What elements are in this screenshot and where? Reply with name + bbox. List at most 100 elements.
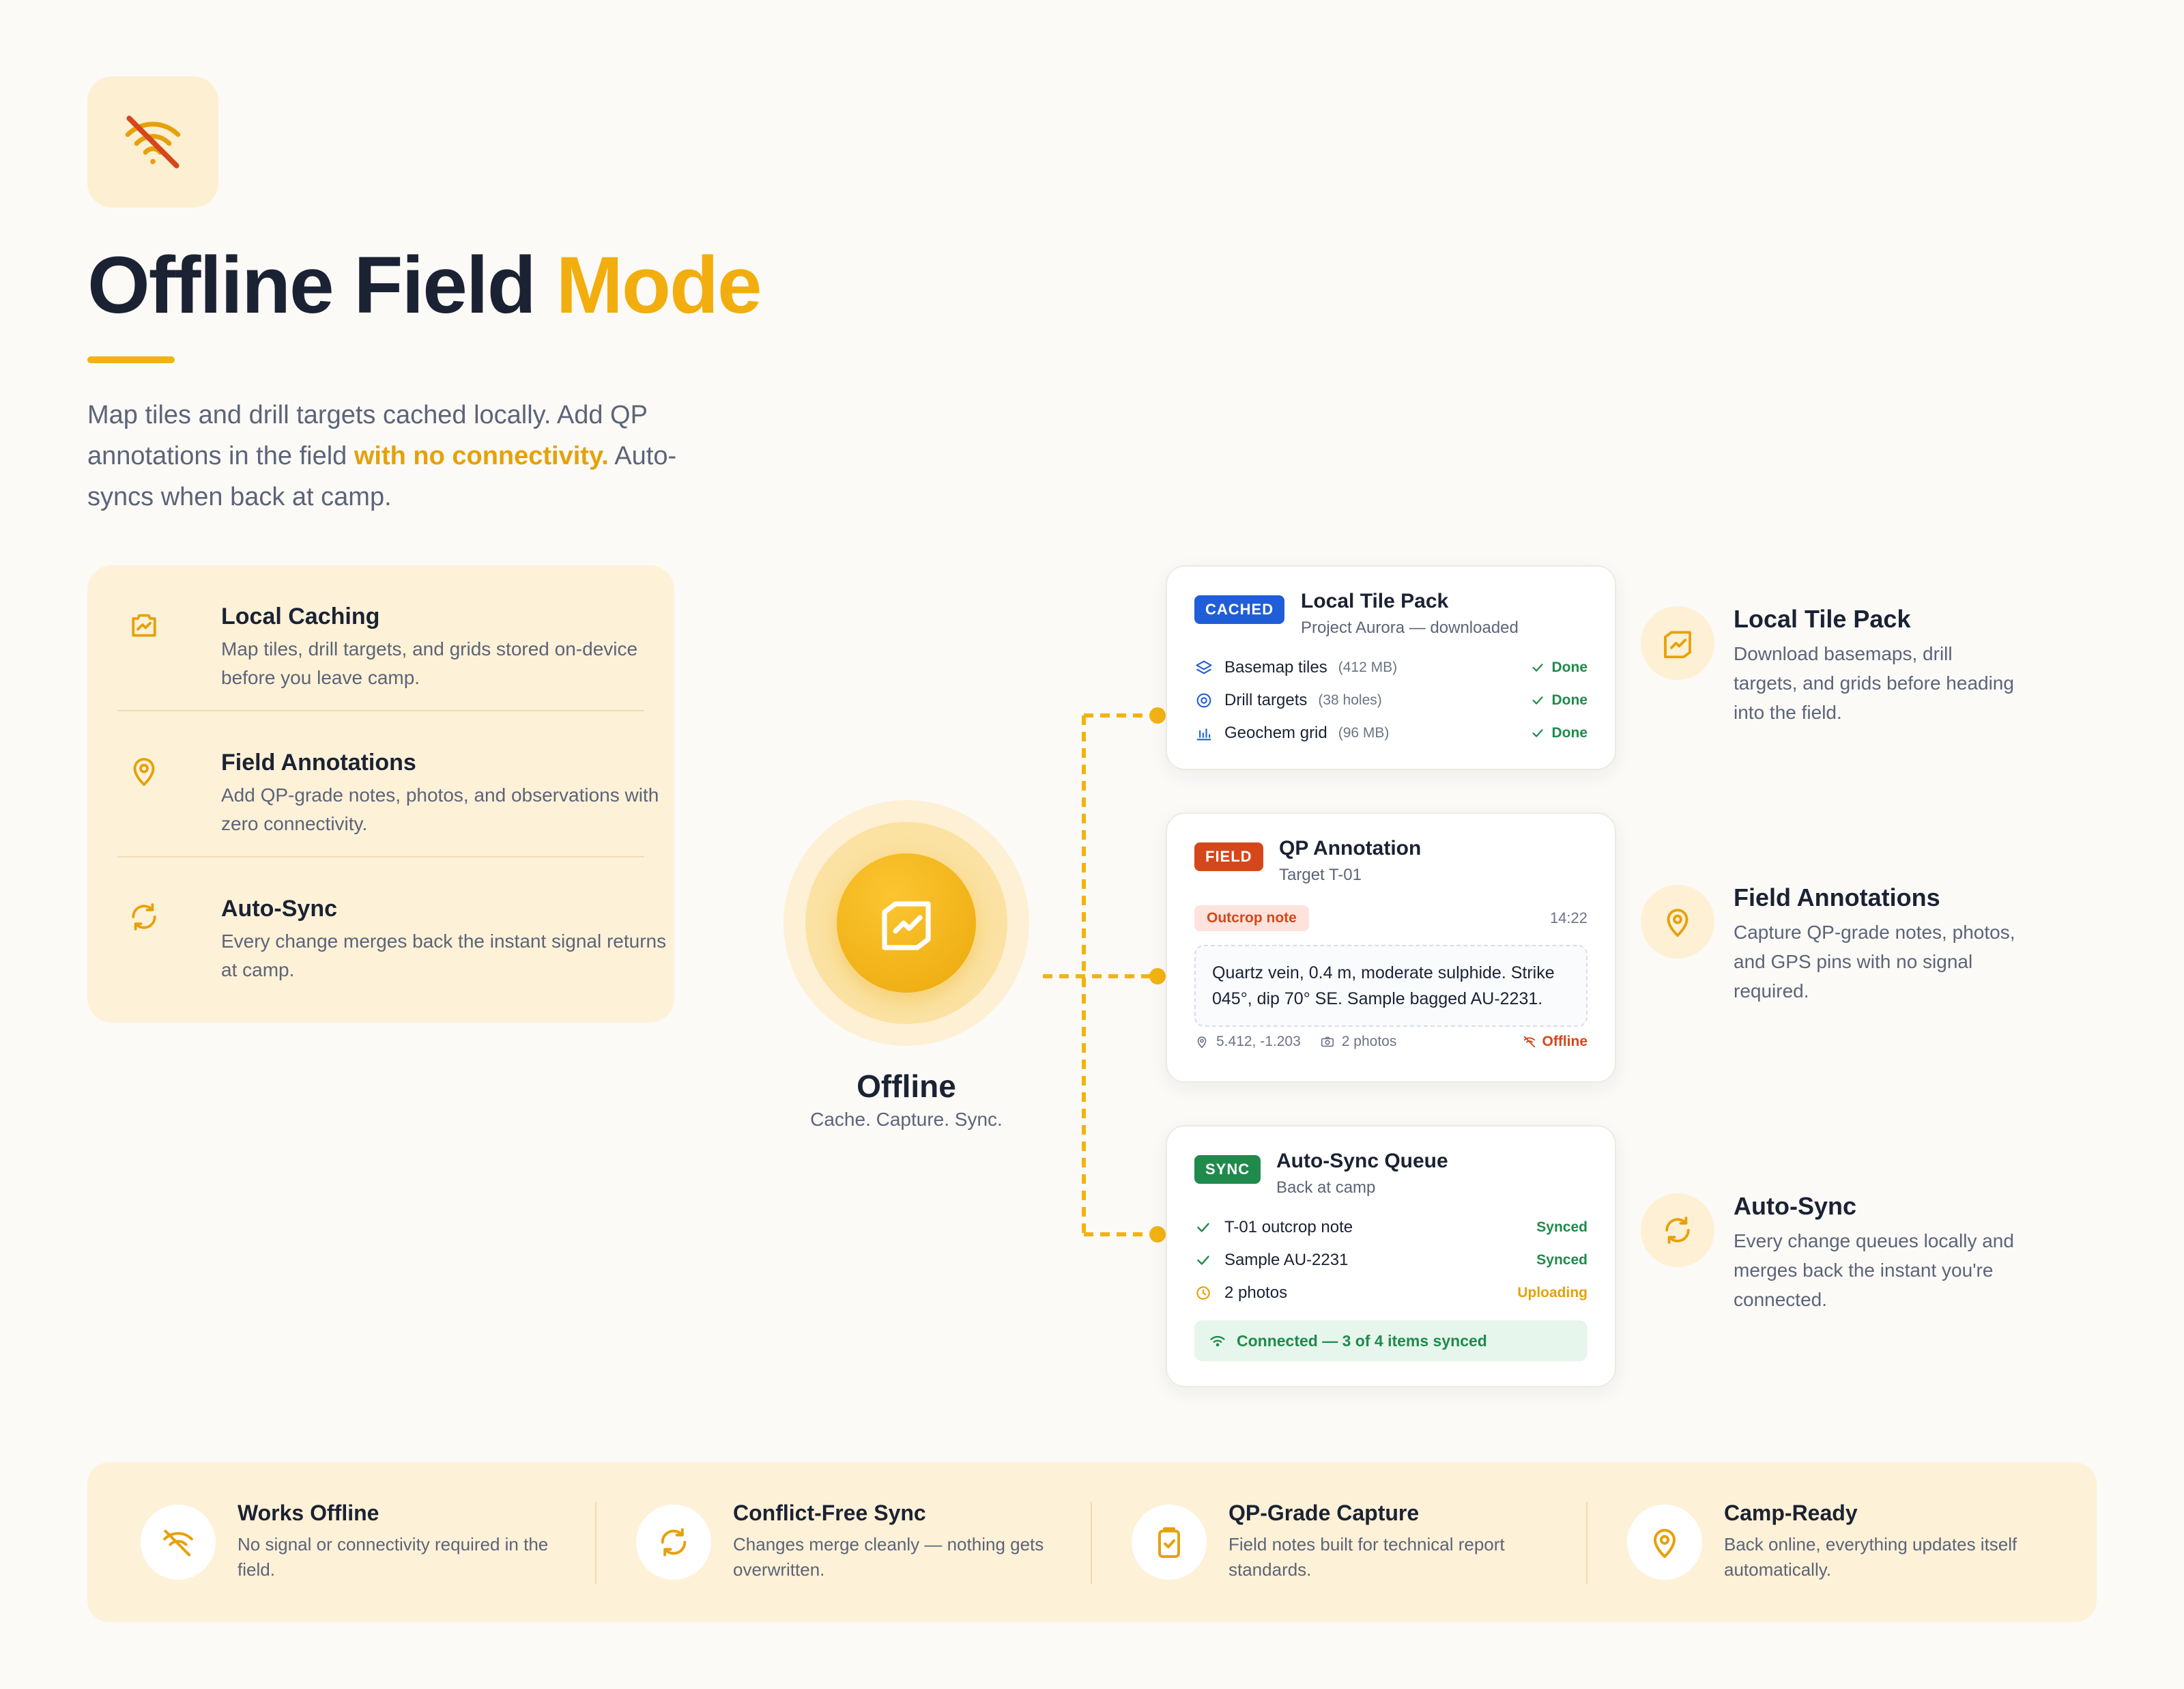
note-time: 14:22 xyxy=(1549,909,1587,926)
connector-dot xyxy=(1149,707,1166,724)
map-pin-icon xyxy=(1627,1505,1702,1580)
page-title: Offline Field Mode xyxy=(87,239,762,332)
no-signal-icon xyxy=(1523,1036,1535,1048)
feature-field-annotations: Field Annotations Add QP-grade notes, ph… xyxy=(117,711,659,857)
sync-icon xyxy=(126,898,162,935)
intro-highlight: with no connectivity. xyxy=(354,442,609,470)
check-icon xyxy=(1194,1251,1224,1269)
gps-coords: 5.412, -1.203 xyxy=(1194,1034,1301,1050)
wifi-icon xyxy=(1210,1336,1225,1347)
annotation-card[interactable]: FIELD QP Annotation Target T-01 Outcrop … xyxy=(1166,812,1616,1083)
map-chart-icon xyxy=(126,606,162,643)
intro-text: Map tiles and drill targets cached local… xyxy=(87,401,677,511)
benefit-title: Works Offline xyxy=(238,1501,379,1525)
wifi-off-icon xyxy=(125,115,181,169)
benefits-strip: Works Offline No signal or connectivity … xyxy=(87,1462,2097,1622)
list-item: 2 photos Uploading xyxy=(1194,1279,1587,1307)
list-item: Sample AU-2231 Synced xyxy=(1194,1247,1587,1274)
cached-badge: CACHED xyxy=(1194,595,1285,624)
sync-badge: SYNC xyxy=(1194,1155,1261,1184)
connection-status: Connected — 3 of 4 items synced xyxy=(1194,1320,1587,1361)
map-pin-icon xyxy=(1641,885,1714,959)
map-chart-icon xyxy=(882,901,931,950)
hub-connector-lines xyxy=(1043,707,1166,1243)
feature-desc: Add QP-grade notes, photos, and observat… xyxy=(221,784,659,834)
check-icon xyxy=(1194,1219,1224,1236)
map-pin-icon xyxy=(1197,1036,1207,1049)
sync-queue-card[interactable]: SYNC Auto-Sync Queue Back at camp T-01 o… xyxy=(1166,1125,1616,1387)
list-item: Basemap tiles (412 MB) Done xyxy=(1194,654,1587,681)
tile-pack-card[interactable]: CACHED Local Tile Pack Project Aurora — … xyxy=(1166,565,1616,770)
layers-icon xyxy=(1194,658,1224,677)
note-type-tag: Outcrop note xyxy=(1194,905,1309,931)
offline-status: Offline xyxy=(1522,1034,1587,1050)
sync-icon xyxy=(1641,1193,1714,1267)
annotation-meta: 5.412, -1.203 2 photos Offline xyxy=(1194,1034,1587,1050)
features-panel: Local Caching Map tiles, drill targets, … xyxy=(87,565,674,1023)
feature-title: Field Annotations xyxy=(221,750,416,776)
feature-title: Local Caching xyxy=(221,604,380,629)
card-title: QP Annotation xyxy=(1279,837,1422,860)
benefit-title: Camp-Ready xyxy=(1724,1501,1858,1525)
side-note-desc: Capture QP-grade notes, photos, and GPS … xyxy=(1734,922,2015,1002)
title-accent: Mode xyxy=(556,240,762,330)
bar-chart-icon xyxy=(1194,724,1224,743)
check-icon xyxy=(1532,664,1543,672)
card-title: Local Tile Pack xyxy=(1301,590,1449,612)
map-chart-icon xyxy=(1641,606,1714,680)
clipboard-icon xyxy=(1132,1505,1207,1580)
status-done: Done xyxy=(1530,725,1587,741)
clock-icon xyxy=(1194,1284,1224,1302)
benefit-conflict-free-sync: Conflict-Free Sync Changes merge cleanly… xyxy=(583,1462,1085,1622)
card-title: Auto-Sync Queue xyxy=(1276,1150,1448,1172)
feature-title: Auto-Sync xyxy=(221,896,337,922)
title-underline xyxy=(87,356,175,363)
title-main: Offline Field xyxy=(87,240,536,330)
benefit-desc: Field notes built for technical report s… xyxy=(1228,1534,1505,1580)
hub-title: Offline xyxy=(857,1068,956,1104)
feature-desc: Every change merges back the instant sig… xyxy=(221,931,667,980)
side-note-desc: Download basemaps, drill targets, and gr… xyxy=(1734,643,2014,723)
app-logo xyxy=(87,76,218,208)
benefit-qp-grade-capture: QP-Grade Capture Field notes built for t… xyxy=(1078,1462,1581,1622)
benefit-desc: No signal or connectivity required in th… xyxy=(238,1534,549,1580)
camera-icon xyxy=(1321,1036,1334,1047)
benefit-works-offline: Works Offline No signal or connectivity … xyxy=(87,1462,590,1622)
sync-icon xyxy=(636,1505,711,1580)
benefit-desc: Back online, everything updates itself a… xyxy=(1724,1534,2017,1580)
card-subtitle: Project Aurora — downloaded xyxy=(1301,619,1519,637)
benefit-desc: Changes merge cleanly — nothing gets ove… xyxy=(733,1534,1044,1580)
side-note-desc: Every change queues locally and merges b… xyxy=(1734,1230,2014,1310)
feature-desc: Map tiles, drill targets, and grids stor… xyxy=(221,638,638,688)
hub-circle xyxy=(837,853,976,993)
benefit-title: Conflict-Free Sync xyxy=(733,1501,926,1525)
annotation-note[interactable]: Quartz vein, 0.4 m, moderate sulphide. S… xyxy=(1194,945,1587,1027)
card-subtitle: Back at camp xyxy=(1276,1178,1376,1197)
target-icon xyxy=(1194,691,1224,710)
status-uploading: Uploading xyxy=(1517,1285,1587,1301)
side-note-title: Field Annotations xyxy=(1734,883,1940,911)
side-note-title: Local Tile Pack xyxy=(1734,605,1911,633)
benefit-title: QP-Grade Capture xyxy=(1228,1501,1420,1525)
side-note-title: Auto-Sync xyxy=(1734,1192,1856,1220)
feature-local-caching: Local Caching Map tiles, drill targets, … xyxy=(117,565,644,711)
list-item: T-01 outcrop note Synced xyxy=(1194,1214,1587,1241)
hub-subtitle: Cache. Capture. Sync. xyxy=(810,1109,1003,1130)
status-done: Done xyxy=(1530,659,1587,676)
status-synced: Synced xyxy=(1536,1219,1587,1235)
check-icon xyxy=(1532,729,1543,737)
benefit-camp-ready: Camp-Ready Back online, everything updat… xyxy=(1574,1462,2076,1622)
check-icon xyxy=(1532,696,1543,705)
card-subtitle: Target T-01 xyxy=(1279,866,1362,884)
list-item: Drill targets (38 holes) Done xyxy=(1194,687,1587,714)
connector-dot xyxy=(1149,968,1166,984)
status-done: Done xyxy=(1530,692,1587,709)
connector-dot xyxy=(1149,1226,1166,1243)
field-badge: FIELD xyxy=(1194,842,1263,871)
status-synced: Synced xyxy=(1536,1252,1587,1268)
feature-auto-sync: Auto-Sync Every change merges back the i… xyxy=(117,857,666,1004)
no-signal-icon xyxy=(141,1505,216,1580)
map-pin-icon xyxy=(126,752,162,789)
photo-count: 2 photos xyxy=(1320,1034,1396,1050)
list-item: Geochem grid (96 MB) Done xyxy=(1194,720,1587,747)
